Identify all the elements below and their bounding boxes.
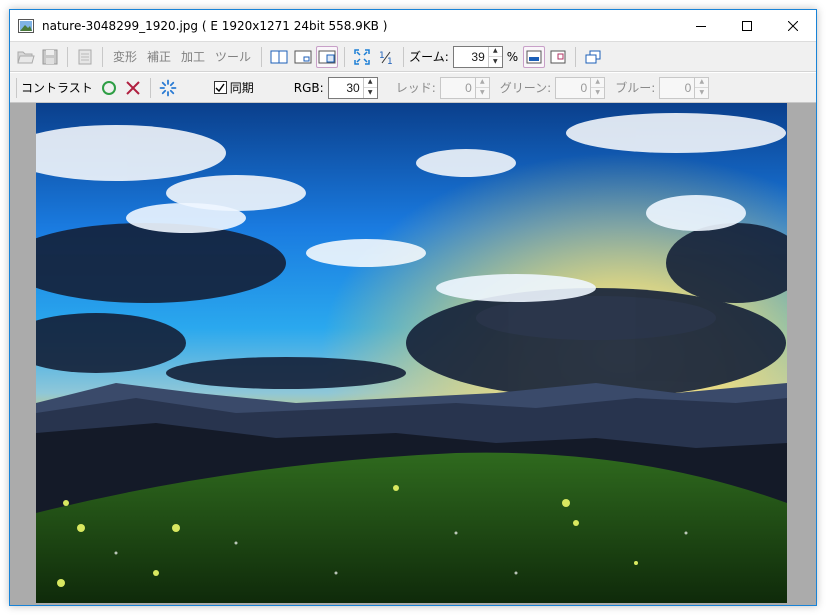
- save-button[interactable]: [39, 46, 61, 68]
- rgb-value[interactable]: 30: [329, 78, 363, 98]
- menu-process[interactable]: 加工: [176, 48, 210, 65]
- app-icon: [18, 18, 34, 33]
- green-up-icon[interactable]: ▲: [591, 78, 604, 88]
- preview-spark-icon: [159, 79, 177, 96]
- fullscreen-icon: [354, 48, 370, 65]
- cancel-button[interactable]: [122, 77, 144, 99]
- red-value[interactable]: 0: [441, 78, 475, 98]
- open-folder-icon: [17, 51, 35, 63]
- toolbar-separator: [575, 46, 577, 67]
- red-label: レッド:: [395, 81, 436, 95]
- red-stepper[interactable]: 0 ▲ ▼: [439, 76, 490, 99]
- minimize-button[interactable]: [678, 10, 724, 41]
- preview-button[interactable]: [157, 77, 179, 99]
- red-down-icon[interactable]: ▼: [475, 87, 489, 98]
- blue-label: ブルー:: [615, 81, 656, 95]
- green-stepper[interactable]: 0 ▲ ▼: [555, 76, 606, 99]
- zoom-up-icon[interactable]: ▲: [489, 47, 502, 57]
- checkmark-icon: [215, 83, 225, 92]
- split-view-button[interactable]: [268, 46, 290, 68]
- toolbar-separator: [344, 46, 346, 67]
- document-icon: [78, 49, 92, 64]
- actual-size-icon: 11: [379, 51, 393, 65]
- rgb-up-icon[interactable]: ▲: [364, 78, 377, 88]
- fit-window-icon: [318, 50, 336, 63]
- toolbar-separator: [16, 77, 17, 98]
- zoom-down-icon[interactable]: ▼: [488, 56, 502, 67]
- green-down-icon[interactable]: ▼: [591, 87, 605, 98]
- svg-text:1: 1: [387, 57, 393, 65]
- green-value[interactable]: 0: [556, 78, 590, 98]
- zoom-value[interactable]: 39: [454, 47, 488, 67]
- window-resize-icon: [550, 50, 566, 63]
- close-button[interactable]: [770, 10, 816, 41]
- blue-up-icon[interactable]: ▲: [695, 78, 708, 88]
- new-window-button[interactable]: [582, 46, 604, 68]
- landscape-photo[interactable]: [36, 103, 787, 603]
- ok-circle-icon: [101, 80, 116, 95]
- cancel-x-icon: [126, 80, 140, 95]
- apply-button[interactable]: [98, 77, 120, 99]
- window-fit-button[interactable]: [523, 45, 546, 68]
- fullscreen-button[interactable]: [351, 46, 373, 68]
- fit-window-button[interactable]: [316, 45, 339, 68]
- toolbar-separator: [261, 46, 263, 67]
- contrast-label: コントラスト: [21, 81, 93, 95]
- sync-checkbox[interactable]: [213, 81, 227, 94]
- minimize-view-icon: [294, 50, 312, 63]
- title-bar[interactable]: nature-3048299_1920.jpg ( E 1920x1271 24…: [10, 10, 816, 41]
- split-view-icon: [270, 50, 288, 63]
- maximize-button[interactable]: [724, 10, 770, 41]
- window-title: nature-3048299_1920.jpg ( E 1920x1271 24…: [42, 18, 388, 33]
- zoom-unit: %: [506, 49, 519, 64]
- red-up-icon[interactable]: ▲: [476, 78, 489, 88]
- minimize-icon: [696, 25, 706, 27]
- toolbar-separator: [403, 46, 405, 67]
- menu-transform[interactable]: 変形: [108, 48, 142, 65]
- adjust-toolbar: コントラスト 同期 RGB: 30 ▲ ▼ レッド: 0 ▲ ▼ グリーン: 0…: [10, 72, 816, 103]
- app-window: nature-3048299_1920.jpg ( E 1920x1271 24…: [9, 9, 817, 606]
- blue-value[interactable]: 0: [660, 78, 694, 98]
- landscape-image: [36, 103, 787, 603]
- menu-tools[interactable]: ツール: [210, 48, 256, 65]
- toolbar-separator: [149, 77, 151, 98]
- actual-size-button[interactable]: 11: [375, 46, 397, 68]
- close-icon: [788, 20, 798, 31]
- window-resize-button[interactable]: [547, 46, 569, 68]
- rgb-down-icon[interactable]: ▼: [363, 87, 377, 98]
- maximize-icon: [742, 20, 752, 31]
- green-label: グリーン:: [499, 81, 552, 95]
- blue-stepper[interactable]: 0 ▲ ▼: [659, 76, 710, 99]
- sync-label: 同期: [229, 81, 254, 95]
- image-canvas[interactable]: [10, 103, 816, 605]
- zoom-label: ズーム:: [409, 50, 449, 64]
- rgb-stepper[interactable]: 30 ▲ ▼: [327, 76, 378, 99]
- new-window-icon: [585, 50, 601, 63]
- document-button[interactable]: [74, 46, 96, 68]
- window-fit-icon: [526, 50, 542, 63]
- blue-down-icon[interactable]: ▼: [695, 87, 709, 98]
- toolbar-separator: [67, 46, 68, 67]
- zoom-stepper[interactable]: 39 ▲ ▼: [452, 45, 503, 68]
- open-button[interactable]: [15, 46, 37, 68]
- toolbar-separator: [102, 46, 103, 67]
- save-icon: [42, 49, 58, 64]
- minimize-view-button[interactable]: [292, 46, 314, 68]
- main-toolbar: 変形 補正 加工 ツール 11 ズーム: 39 ▲ ▼ %: [10, 41, 816, 72]
- svg-text:1: 1: [379, 51, 385, 61]
- rgb-label: RGB:: [293, 80, 324, 95]
- menu-correct[interactable]: 補正: [142, 48, 176, 65]
